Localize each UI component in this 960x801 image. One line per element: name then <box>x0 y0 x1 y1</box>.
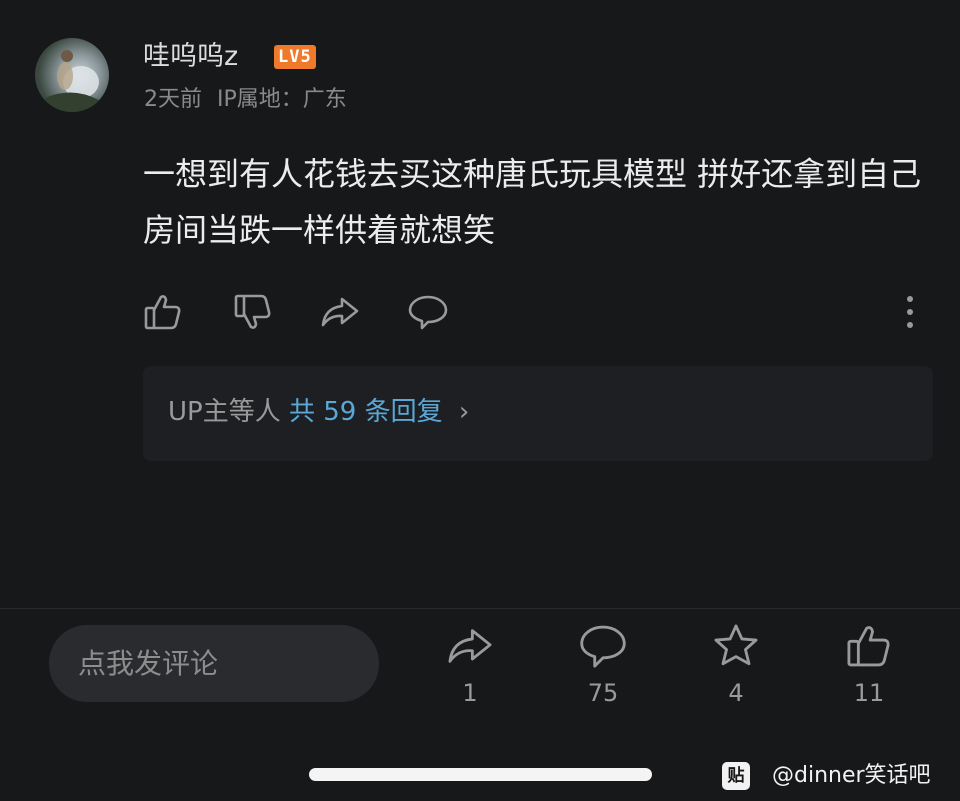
comment-meta: 2天前 IP属地：广东 <box>144 84 355 116</box>
avatar[interactable] <box>35 38 109 112</box>
username[interactable]: 哇呜呜z <box>143 38 238 76</box>
replies-preview[interactable]: UP主等人 共 59 条回复 › <box>143 366 933 461</box>
comment-body: 一想到有人花钱去买这种唐氏玩具模型 拼好还拿到自己房间当跌一样供着就想笑 <box>143 155 922 249</box>
favorite-count: 4 <box>728 679 744 707</box>
share-button[interactable]: 1 <box>430 620 510 710</box>
replies-summary[interactable]: UP主等人 共 59 条回复 › <box>168 394 469 430</box>
replies-participants: UP主等人 <box>168 397 281 427</box>
thumbs-down-icon[interactable] <box>230 290 274 334</box>
comment-bubble-icon[interactable] <box>406 290 450 334</box>
favorite-button[interactable]: 4 <box>696 620 776 710</box>
like-count: 11 <box>853 679 885 707</box>
more-vertical-icon[interactable] <box>893 294 927 330</box>
watermark-text: @dinner笑话吧 <box>772 763 931 788</box>
comment-bubble-icon <box>580 625 626 668</box>
divider <box>0 608 960 609</box>
like-button[interactable]: 11 <box>829 620 909 710</box>
share-icon <box>448 629 492 663</box>
comment-input[interactable]: 点我发评论 <box>49 625 379 702</box>
star-icon <box>714 624 758 666</box>
thumbs-up-icon <box>847 626 890 667</box>
comment-time: 2天前 <box>144 87 202 112</box>
share-count: 1 <box>462 679 478 707</box>
home-indicator[interactable] <box>309 768 652 781</box>
level-badge: LV5 <box>274 45 316 69</box>
comments-button[interactable]: 75 <box>563 620 643 710</box>
tieba-logo-icon: 贴 <box>722 762 750 790</box>
chevron-right-icon: › <box>458 397 470 427</box>
ip-location: IP属地：广东 <box>217 87 347 112</box>
watermark: 贴 @dinner笑话吧 <box>722 758 931 794</box>
comment-count: 75 <box>587 679 619 707</box>
replies-count-link[interactable]: 共 59 条回复 <box>289 397 443 427</box>
comment-detail-screen: 哇呜呜z LV5 2天前 IP属地：广东 一想到有人花钱去买这种唐氏玩具模型 拼… <box>0 0 960 801</box>
thumbs-up-icon[interactable] <box>140 290 184 334</box>
comment-input-placeholder: 点我发评论 <box>78 647 219 680</box>
share-icon[interactable] <box>318 290 362 334</box>
